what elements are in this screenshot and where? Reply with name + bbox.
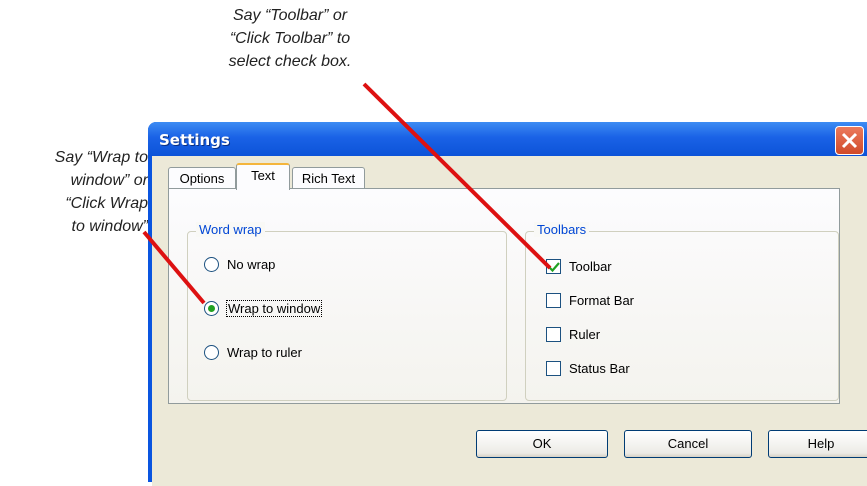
callout-pointers [142, 82, 552, 305]
tab-text[interactable]: Text [236, 163, 290, 190]
wrap-pointer-line [142, 230, 206, 305]
toolbar-pointer-line [362, 82, 552, 270]
